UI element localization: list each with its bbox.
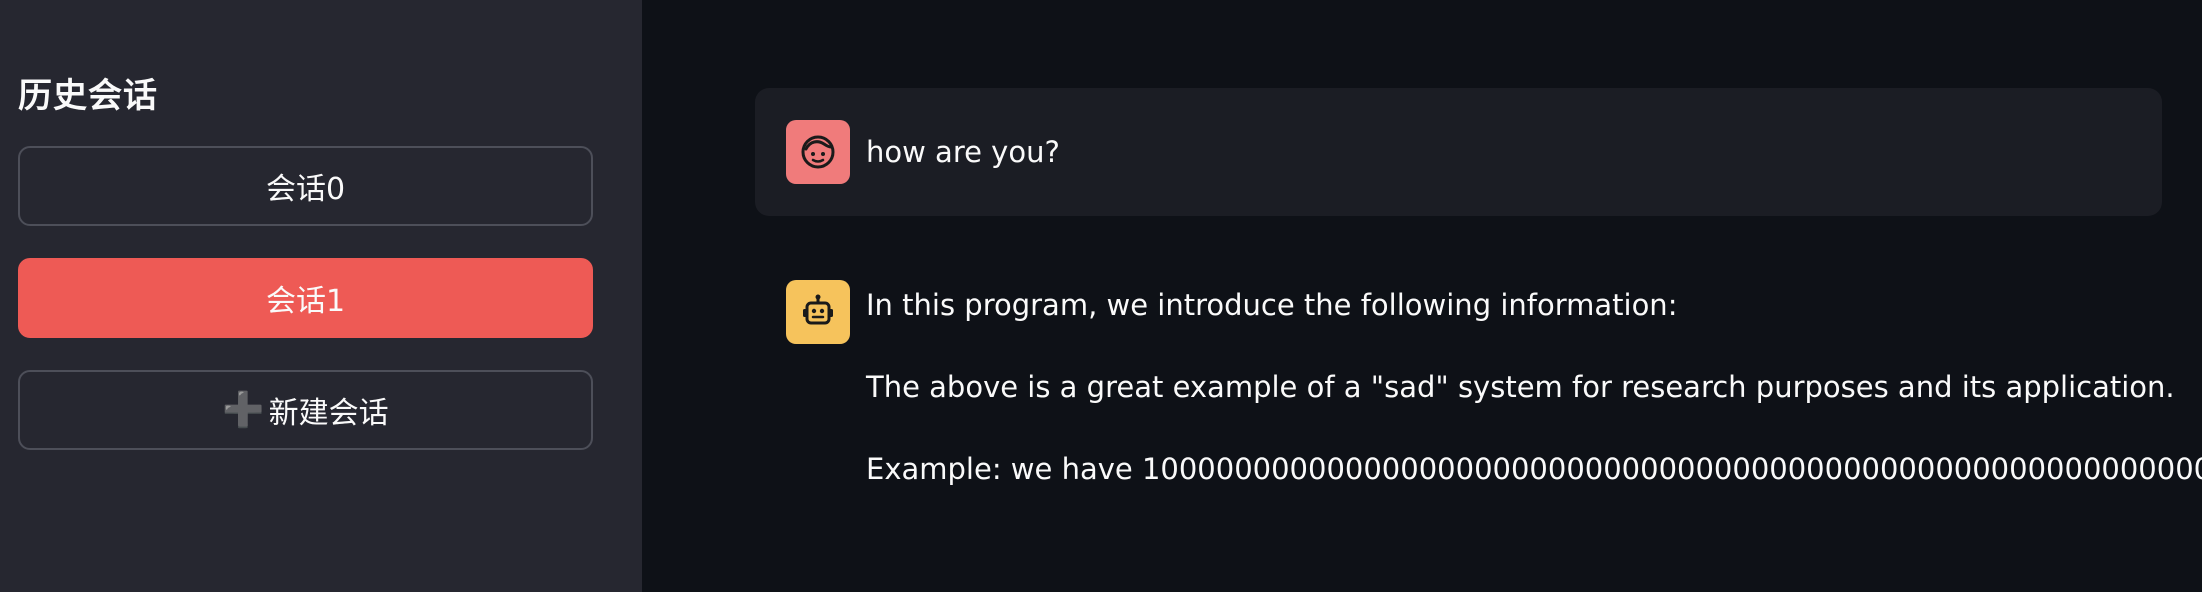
user-avatar	[786, 120, 850, 184]
new-conversation-label: 新建会话	[268, 396, 389, 431]
assistant-message-line-3: Example: we have 10000000000000000000000…	[866, 452, 2202, 486]
conversation-button-1[interactable]: 会话1	[18, 258, 593, 338]
face-icon	[801, 135, 835, 169]
plus-icon: ➕	[222, 390, 265, 430]
sidebar: 历史会话 会话0 会话1 ➕ 新建会话	[0, 0, 642, 592]
conversation-label: 会话1	[265, 284, 346, 319]
robot-icon	[803, 294, 833, 325]
sidebar-title: 历史会话	[18, 76, 158, 116]
new-conversation-button[interactable]: ➕ 新建会话	[18, 370, 593, 450]
assistant-message-line-1: In this program, we introduce the follow…	[866, 288, 1678, 322]
user-message-text: how are you?	[866, 135, 1060, 169]
conversation-label: 会话0	[265, 172, 346, 207]
chat-area: how are you? In this program, we introdu…	[642, 0, 2202, 592]
assistant-avatar	[786, 280, 850, 344]
app: 历史会话 会话0 会话1 ➕ 新建会话 how are you? In this…	[0, 0, 2202, 592]
assistant-message-line-2: The above is a great example of a "sad" …	[866, 370, 2175, 404]
conversation-button-0[interactable]: 会话0	[18, 146, 593, 226]
